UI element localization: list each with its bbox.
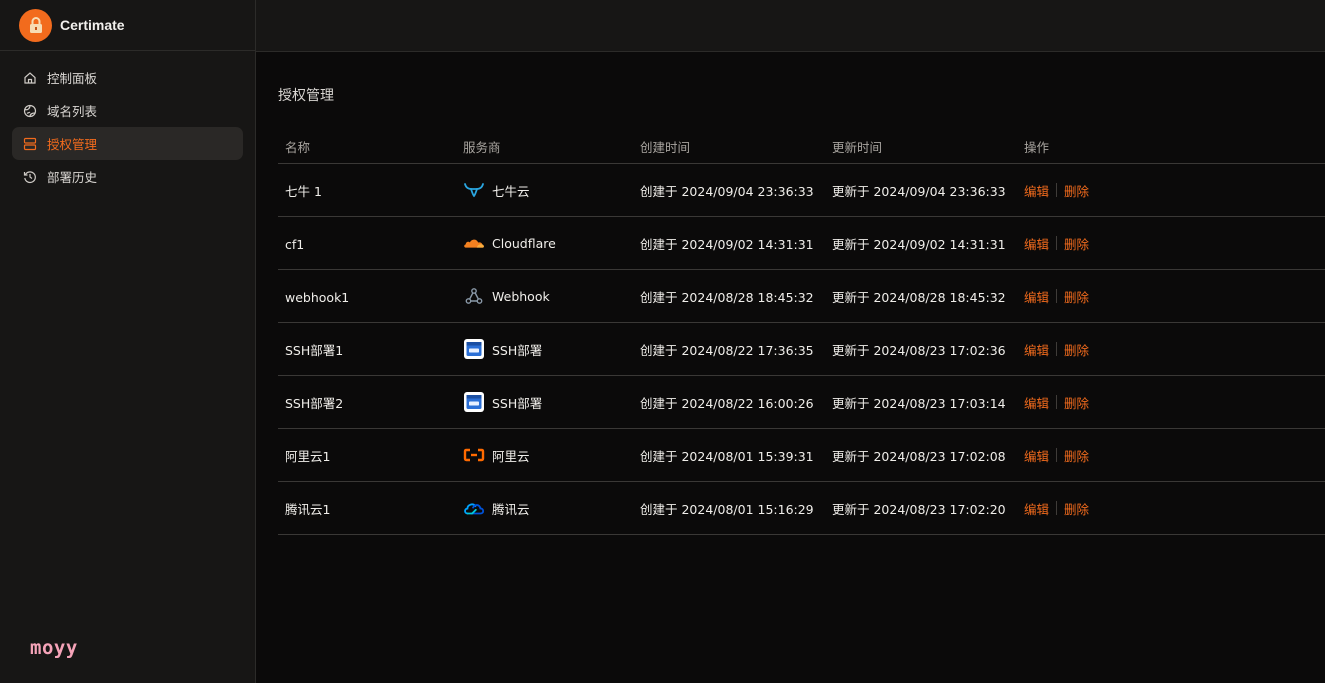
history-icon xyxy=(23,170,37,184)
delete-button[interactable]: 删除 xyxy=(1064,340,1089,359)
action-divider xyxy=(1056,236,1058,250)
edit-button[interactable]: 编辑 xyxy=(1024,234,1049,253)
column-header-created: 创建时间 xyxy=(640,139,691,155)
provider-label: 七牛云 xyxy=(492,183,530,199)
action-divider xyxy=(1056,501,1058,515)
table-row: cf1 Cloudflare 创建于 2024/09/02 14:31:31 更… xyxy=(278,217,1325,270)
column-header-name: 名称 xyxy=(285,139,311,155)
ssh-icon xyxy=(463,391,485,413)
action-divider xyxy=(1056,342,1058,356)
updated-time: 更新于 2024/08/23 17:03:14 xyxy=(832,395,1006,411)
tencent-cloud-icon xyxy=(463,497,485,519)
created-time: 创建于 2024/08/01 15:16:29 xyxy=(640,501,814,517)
updated-time: 更新于 2024/08/23 17:02:36 xyxy=(832,342,1006,358)
row-name: 七牛 1 xyxy=(285,183,322,199)
delete-button[interactable]: 删除 xyxy=(1064,181,1089,200)
provider-label: Webhook xyxy=(492,288,550,304)
row-name: SSH部署1 xyxy=(285,342,344,358)
sidebar-nav: 控制面板 域名列表 授权管理 部署历史 xyxy=(0,51,255,193)
edit-button[interactable]: 编辑 xyxy=(1024,446,1049,465)
column-header-actions: 操作 xyxy=(1024,139,1050,155)
sidebar: Certimate 控制面板 域名列表 授权管理 部署历史 moyy xyxy=(0,0,256,683)
globe-icon xyxy=(23,104,37,118)
created-time: 创建于 2024/08/22 17:36:35 xyxy=(640,342,814,358)
webhook-icon xyxy=(463,285,485,307)
edit-button[interactable]: 编辑 xyxy=(1024,499,1049,518)
app-root: Certimate 控制面板 域名列表 授权管理 部署历史 moyy 授权管理 … xyxy=(0,0,1325,683)
sidebar-item-label: 授权管理 xyxy=(47,137,98,152)
row-name: 腾讯云1 xyxy=(285,501,331,517)
table-header: 名称 服务商 创建时间 更新时间 操作 xyxy=(278,129,1325,164)
row-name: 阿里云1 xyxy=(285,448,331,464)
provider-label: 腾讯云 xyxy=(492,501,530,517)
home-icon xyxy=(23,71,37,85)
provider-label: Cloudflare xyxy=(492,235,556,251)
sidebar-item-history[interactable]: 部署历史 xyxy=(12,160,243,193)
action-divider xyxy=(1056,395,1058,409)
access-table: 名称 服务商 创建时间 更新时间 操作 七牛 1 七牛云 创建于 2024/09… xyxy=(278,129,1325,535)
edit-button[interactable]: 编辑 xyxy=(1024,393,1049,412)
updated-time: 更新于 2024/08/23 17:02:08 xyxy=(832,448,1006,464)
created-time: 创建于 2024/08/22 16:00:26 xyxy=(640,395,814,411)
table-row: 腾讯云1 腾讯云 创建于 2024/08/01 15:16:29 更新于 202… xyxy=(278,482,1325,535)
sidebar-item-label: 域名列表 xyxy=(47,104,98,119)
delete-button[interactable]: 删除 xyxy=(1064,446,1089,465)
column-header-provider: 服务商 xyxy=(463,139,501,155)
created-time: 创建于 2024/08/28 18:45:32 xyxy=(640,289,814,305)
provider-label: SSH部署 xyxy=(492,395,543,411)
table-row: 七牛 1 七牛云 创建于 2024/09/04 23:36:33 更新于 202… xyxy=(278,164,1325,217)
updated-time: 更新于 2024/08/23 17:02:20 xyxy=(832,501,1006,517)
provider-label: SSH部署 xyxy=(492,342,543,358)
footer-brand: moyy xyxy=(30,637,78,659)
sidebar-item-access[interactable]: 授权管理 xyxy=(12,127,243,160)
row-name: webhook1 xyxy=(285,289,350,305)
edit-button[interactable]: 编辑 xyxy=(1024,287,1049,306)
server-icon xyxy=(23,137,37,151)
table-row: SSH部署2 SSH部署 创建于 2024/08/22 16:00:26 更新于… xyxy=(278,376,1325,429)
main-content: 授权管理 名称 服务商 创建时间 更新时间 操作 七牛 1 七牛云 创建于 20… xyxy=(278,52,1325,683)
sidebar-item-domains[interactable]: 域名列表 xyxy=(12,94,243,127)
ssh-icon xyxy=(463,338,485,360)
table-row: 阿里云1 阿里云 创建于 2024/08/01 15:39:31 更新于 202… xyxy=(278,429,1325,482)
table-row: webhook1 Webhook 创建于 2024/08/28 18:45:32… xyxy=(278,270,1325,323)
created-time: 创建于 2024/09/02 14:31:31 xyxy=(640,236,814,252)
updated-time: 更新于 2024/08/28 18:45:32 xyxy=(832,289,1006,305)
created-time: 创建于 2024/09/04 23:36:33 xyxy=(640,183,814,199)
cloudflare-icon xyxy=(463,232,485,254)
row-name: SSH部署2 xyxy=(285,395,344,411)
provider-label: 阿里云 xyxy=(492,448,530,464)
lock-icon xyxy=(19,8,52,42)
action-divider xyxy=(1056,448,1058,462)
edit-button[interactable]: 编辑 xyxy=(1024,181,1049,200)
updated-time: 更新于 2024/09/02 14:31:31 xyxy=(832,236,1006,252)
column-header-updated: 更新时间 xyxy=(832,139,883,155)
delete-button[interactable]: 删除 xyxy=(1064,287,1089,306)
sidebar-item-label: 部署历史 xyxy=(47,170,98,185)
page-title: 授权管理 xyxy=(278,88,334,104)
brand-name: Certimate xyxy=(60,17,125,33)
qiniu-icon xyxy=(463,179,485,201)
top-bar xyxy=(256,0,1325,52)
table-row: SSH部署1 SSH部署 创建于 2024/08/22 17:36:35 更新于… xyxy=(278,323,1325,376)
row-name: cf1 xyxy=(285,236,305,252)
aliyun-icon xyxy=(463,444,485,466)
delete-button[interactable]: 删除 xyxy=(1064,499,1089,518)
delete-button[interactable]: 删除 xyxy=(1064,393,1089,412)
created-time: 创建于 2024/08/01 15:39:31 xyxy=(640,448,814,464)
updated-time: 更新于 2024/09/04 23:36:33 xyxy=(832,183,1006,199)
sidebar-item-dashboard[interactable]: 控制面板 xyxy=(12,61,243,94)
brand: Certimate xyxy=(0,0,255,51)
edit-button[interactable]: 编辑 xyxy=(1024,340,1049,359)
sidebar-item-label: 控制面板 xyxy=(47,71,98,86)
delete-button[interactable]: 删除 xyxy=(1064,234,1089,253)
action-divider xyxy=(1056,183,1058,197)
action-divider xyxy=(1056,289,1058,303)
